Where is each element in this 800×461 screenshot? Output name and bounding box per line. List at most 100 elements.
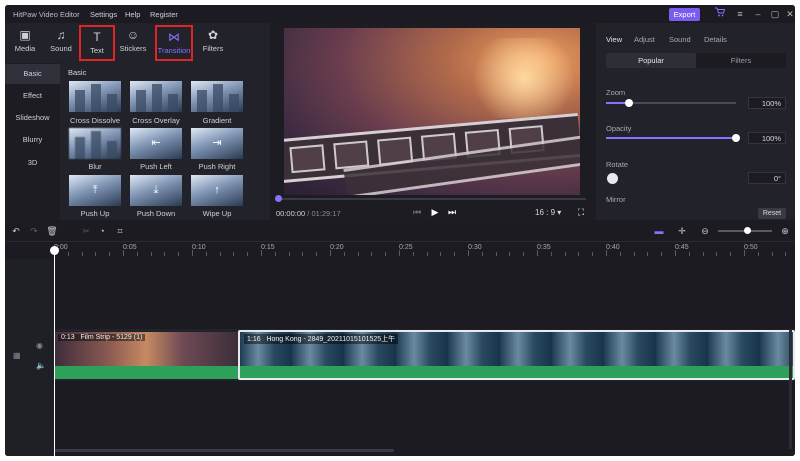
ruler-tick <box>247 252 248 256</box>
menu-register[interactable]: Register <box>150 10 178 19</box>
speed-icon[interactable]: ◔ <box>95 224 109 238</box>
ruler-tick <box>468 250 469 256</box>
video-preview[interactable] <box>284 28 580 195</box>
category-effect[interactable]: Effect <box>5 86 60 106</box>
close-icon[interactable]: ✕ <box>783 7 795 21</box>
ruler-tick <box>772 252 773 256</box>
opacity-slider-handle[interactable] <box>732 134 740 142</box>
crop-icon[interactable]: ⌗ <box>113 224 127 238</box>
tool-stickers[interactable]: ☺ Stickers <box>115 25 151 61</box>
progress-handle[interactable] <box>275 195 282 202</box>
ruler-tick <box>620 252 621 256</box>
progress-track[interactable] <box>276 198 586 200</box>
category-blurry[interactable]: Blurry <box>5 130 60 150</box>
timeline-toolbar: ↶ ↷ 🗑 ✂ ◔ ⌗ ▬ ✛ ⊖ ⊕ <box>5 221 795 241</box>
export-button[interactable]: Export <box>669 8 700 21</box>
split-icon[interactable]: ✂ <box>79 224 93 238</box>
playhead-handle[interactable] <box>50 246 59 255</box>
transition-thumb[interactable] <box>69 81 121 112</box>
rotate-value[interactable]: 0° <box>748 172 786 184</box>
next-frame-icon[interactable]: ⏭ <box>446 206 458 218</box>
zoom-out-icon[interactable]: ⊖ <box>698 224 712 238</box>
tool-media[interactable]: ▣ Media <box>7 25 43 61</box>
fullscreen-icon[interactable]: ⛶ <box>575 206 587 218</box>
play-icon[interactable]: ▶ <box>429 206 441 218</box>
aspect-ratio-select[interactable]: 16 : 9 ▾ <box>535 208 561 217</box>
maximize-icon[interactable]: ▢ <box>768 7 782 21</box>
rotate-dial[interactable] <box>607 173 618 184</box>
previous-frame-icon[interactable]: ⏮ <box>411 206 423 218</box>
zoom-slider[interactable] <box>606 99 736 107</box>
ruler-tick <box>509 252 510 256</box>
tab-details[interactable]: Details <box>704 35 727 44</box>
timeline-ruler[interactable]: 0:00 0:05 0:10 0:15 0:20 0:25 0:30 0:35 0:40 0:45… <box>5 241 795 259</box>
film-icon: ▦ <box>13 351 21 360</box>
playhead[interactable] <box>54 248 55 456</box>
ruler-tick <box>302 252 303 256</box>
reset-button[interactable]: Reset <box>758 208 786 219</box>
transition-thumb[interactable] <box>191 81 243 112</box>
transition-label: Wipe Up <box>202 209 232 218</box>
transition-thumb[interactable]: ↑ <box>191 175 243 206</box>
category-basic[interactable]: Basic <box>5 64 60 84</box>
zoom-in-icon[interactable]: ⊕ <box>778 224 792 238</box>
category-slideshow[interactable]: Slideshow <box>5 108 60 128</box>
timeline-zoom-handle[interactable] <box>744 227 751 234</box>
tab-sound[interactable]: Sound <box>669 35 691 44</box>
transition-thumb[interactable]: ⇥ <box>191 128 243 159</box>
transition-thumb[interactable]: ⇤ <box>130 128 182 159</box>
ruler-tick <box>289 252 290 256</box>
transition-thumb[interactable]: ⤓ <box>130 175 182 206</box>
bowtie-icon: ⋈ <box>168 30 180 44</box>
ruler-label: 0:15 <box>261 244 275 251</box>
tab-view[interactable]: View <box>606 35 622 44</box>
minimize-icon[interactable]: – <box>751 7 765 21</box>
transition-thumb[interactable] <box>69 128 121 159</box>
ruler-tick <box>496 252 497 256</box>
tab-adjust[interactable]: Adjust <box>634 35 655 44</box>
ruler-label: 0:40 <box>606 244 620 251</box>
ruler-tick <box>689 252 690 256</box>
ruler-tick <box>413 252 414 256</box>
segment-filters[interactable]: Filters <box>696 53 786 68</box>
clip-film-strip[interactable]: 0:13 Film Strip - 5129 (1) <box>54 332 238 366</box>
tool-text[interactable]: T Text <box>79 25 115 61</box>
ruler-label: 0:25 <box>399 244 413 251</box>
menu-help[interactable]: Help <box>125 10 140 19</box>
clip-hong-kong[interactable]: 1:16 Hong Kong - 2849_20211015101525上午 <box>238 330 795 380</box>
ruler-tick <box>578 252 579 256</box>
ruler-tick <box>758 252 759 256</box>
ruler-label: 0:30 <box>468 244 482 251</box>
transition-thumb[interactable]: ⤒ <box>69 175 121 206</box>
opacity-slider[interactable] <box>606 134 740 142</box>
ruler-tick <box>206 252 207 256</box>
eye-icon[interactable]: ◉ <box>36 341 43 350</box>
track-toggle-icon[interactable]: ▬ <box>652 224 666 238</box>
menu-settings[interactable]: Settings <box>90 10 117 19</box>
cart-icon[interactable] <box>713 7 727 21</box>
tool-sound[interactable]: ♫ Sound <box>43 25 79 61</box>
zoom-value[interactable]: 100% <box>748 97 786 109</box>
ruler-tick <box>123 250 124 256</box>
ruler-tick <box>261 250 262 256</box>
opacity-value[interactable]: 100% <box>748 132 786 144</box>
hamburger-menu-icon[interactable]: ≡ <box>733 7 747 21</box>
zoom-slider-handle[interactable] <box>625 99 633 107</box>
ruler-label: 0:20 <box>330 244 344 251</box>
category-3d[interactable]: 3D <box>5 153 60 173</box>
speaker-icon[interactable]: 🔈 <box>36 361 46 370</box>
delete-icon[interactable]: 🗑 <box>45 224 59 238</box>
snap-icon[interactable]: ✛ <box>675 224 689 238</box>
transition-label: Push Left <box>140 162 172 171</box>
horizontal-scrollbar[interactable] <box>54 449 394 452</box>
tool-transition[interactable]: ⋈ Transition <box>155 25 193 61</box>
vertical-scrollbar[interactable] <box>789 329 792 449</box>
tool-filters[interactable]: ✿ Filters <box>195 25 231 61</box>
ruler-tick <box>358 252 359 256</box>
redo-icon[interactable]: ↷ <box>27 224 41 238</box>
segment-popular[interactable]: Popular <box>606 53 696 68</box>
ruler-tick <box>537 250 538 256</box>
ruler-tick <box>178 252 179 256</box>
transition-thumb[interactable] <box>130 81 182 112</box>
undo-icon[interactable]: ↶ <box>9 224 23 238</box>
